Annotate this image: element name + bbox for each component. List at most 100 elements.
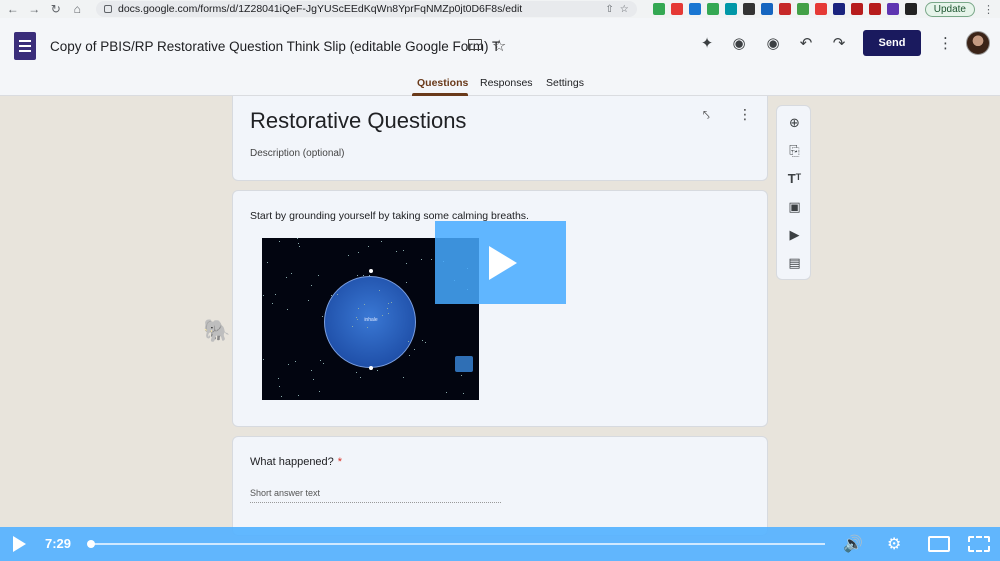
add-question-icon[interactable]: ⊕ (777, 115, 812, 131)
background-star (320, 360, 321, 361)
background-star (409, 355, 410, 356)
back-icon[interactable]: ← (6, 0, 20, 18)
background-star (388, 303, 389, 304)
background-star (323, 363, 324, 364)
background-star (352, 326, 353, 327)
undo-icon[interactable]: ↶ (797, 34, 815, 52)
background-star (331, 295, 332, 296)
tab-questions[interactable]: Questions (417, 77, 468, 89)
browser-extension-icon[interactable] (688, 3, 701, 15)
avatar[interactable] (966, 31, 990, 55)
browser-extension-icon[interactable] (724, 3, 737, 15)
background-star (360, 377, 361, 378)
add-image-icon[interactable]: ▣ (777, 199, 812, 215)
update-button[interactable]: Update (924, 1, 975, 17)
background-star (297, 238, 298, 239)
description-field[interactable]: Description (optional) (250, 148, 345, 159)
video-player-bar: 7:29 🔊 ⚙ (0, 527, 1000, 561)
share-icon[interactable]: ⇧ (605, 4, 613, 15)
background-star (263, 359, 264, 360)
progress-knob[interactable] (87, 540, 95, 548)
background-star (406, 263, 407, 264)
section-more-icon[interactable]: ⋮ (738, 106, 752, 123)
home-icon[interactable]: ⌂ (71, 0, 85, 18)
background-star (319, 391, 320, 392)
background-star (356, 372, 357, 373)
browser-extension-icon[interactable] (886, 3, 899, 15)
circle-bottom-marker (369, 366, 373, 370)
video-logo-badge (455, 356, 473, 372)
customize-theme-icon[interactable]: ◉ (730, 34, 748, 52)
background-star (406, 282, 407, 283)
send-button[interactable]: Send (863, 30, 921, 56)
browser-extension-icon[interactable] (670, 3, 683, 15)
background-star (278, 378, 279, 379)
add-title-icon[interactable]: Tᵀ (777, 171, 812, 186)
forward-icon[interactable]: → (28, 0, 42, 18)
background-star (431, 259, 432, 260)
required-marker: * (337, 456, 343, 468)
google-forms-logo-icon[interactable] (14, 32, 36, 60)
redo-icon[interactable]: ↷ (830, 34, 848, 52)
browser-extension-icon[interactable] (742, 3, 755, 15)
reload-icon[interactable]: ↻ (49, 0, 63, 18)
background-star (425, 342, 426, 343)
background-star (298, 243, 299, 244)
browser-menu-icon[interactable]: ⋮ (983, 3, 994, 16)
background-star (368, 246, 369, 247)
import-questions-icon[interactable]: ⎘ (777, 143, 812, 159)
background-star (279, 386, 280, 387)
tab-responses[interactable]: Responses (480, 77, 533, 89)
add-section-icon[interactable]: ▤ (777, 255, 812, 271)
preview-eye-icon[interactable]: ◉ (764, 34, 782, 52)
add-ons-icon[interactable]: ✦ (698, 34, 716, 52)
player-play-icon[interactable] (13, 536, 26, 552)
tab-settings[interactable]: Settings (546, 77, 584, 89)
question-text: What happened? (250, 456, 334, 468)
background-star (298, 395, 299, 396)
background-star (357, 275, 358, 276)
background-star (299, 246, 300, 247)
background-star (377, 370, 378, 371)
background-star (446, 392, 447, 393)
browser-extension-icon[interactable] (814, 3, 827, 15)
settings-gear-icon[interactable]: ⚙ (887, 534, 901, 554)
browser-extension-icon[interactable] (904, 3, 917, 15)
player-time: 7:29 (45, 536, 72, 551)
browser-extension-icon[interactable] (832, 3, 845, 15)
bookmark-star-icon[interactable]: ☆ (620, 4, 629, 15)
background-star (318, 275, 319, 276)
star-icon[interactable]: ☆ (492, 36, 506, 56)
browser-extension-icon[interactable] (760, 3, 773, 15)
more-options-icon[interactable]: ⋮ (938, 34, 953, 52)
section-header-card[interactable]: Restorative Questions Description (optio… (232, 96, 768, 181)
browser-extension-icon[interactable] (850, 3, 863, 15)
collapse-section-icon[interactable]: ⤣ (703, 108, 710, 123)
browser-extension-icon[interactable] (778, 3, 791, 15)
volume-icon[interactable]: 🔊 (843, 534, 863, 554)
browser-extension-icon[interactable] (706, 3, 719, 15)
breathing-circle: inhale (324, 276, 416, 368)
browser-extension-icon[interactable] (796, 3, 809, 15)
question-card[interactable]: What happened? * Short answer text (232, 436, 768, 536)
browser-extension-icon[interactable] (652, 3, 665, 15)
address-bar[interactable]: docs.google.com/forms/d/1Z28041iQeF-JgYU… (96, 1, 637, 17)
section-title[interactable]: Restorative Questions (250, 108, 466, 134)
document-title[interactable]: Copy of PBIS/RP Restorative Question Thi… (50, 39, 500, 54)
background-star (382, 315, 383, 316)
circle-top-marker (369, 269, 373, 273)
add-video-icon[interactable]: ▶ (777, 227, 812, 243)
background-star (403, 250, 404, 251)
play-icon (489, 246, 517, 280)
airplay-icon[interactable] (928, 536, 950, 552)
move-to-folder-icon[interactable] (468, 39, 482, 50)
background-star (391, 302, 392, 303)
background-star (291, 273, 292, 274)
background-star (311, 285, 312, 286)
question-title[interactable]: What happened? * (250, 456, 342, 468)
video-play-button[interactable] (435, 221, 566, 304)
progress-track[interactable] (87, 540, 825, 548)
lock-icon (104, 5, 112, 13)
fullscreen-icon[interactable] (968, 536, 990, 552)
browser-extension-icon[interactable] (868, 3, 881, 15)
